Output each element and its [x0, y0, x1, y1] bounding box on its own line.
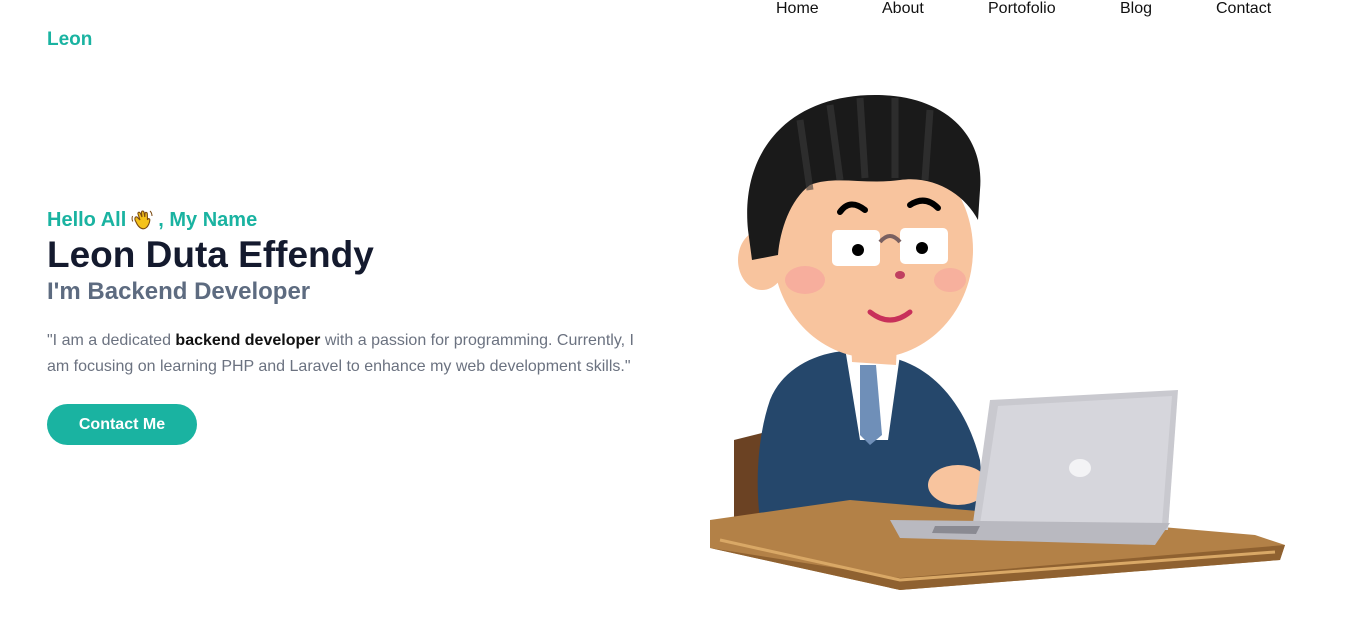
- navbar: Leon Home About Portofolio Blog Contact: [0, 0, 1346, 80]
- greeting-text: Hello All: [47, 208, 127, 231]
- contact-me-button[interactable]: Contact Me: [47, 404, 197, 445]
- hero-bio: "I am a dedicated backend developer with…: [47, 328, 647, 380]
- nav-home[interactable]: Home: [776, 0, 819, 18]
- bio-prefix: "I am a dedicated: [47, 332, 176, 349]
- hero-name: Leon Duta Effendy: [47, 234, 374, 275]
- waving-hand-icon: [130, 208, 154, 232]
- greeting-name-text: , My Name: [158, 208, 258, 231]
- brand-logo[interactable]: Leon: [47, 29, 92, 51]
- hero-section: Hello All , My Name Leon Duta Effendy I'…: [47, 206, 647, 445]
- bio-bold: backend developer: [175, 332, 321, 349]
- nav-portofolio[interactable]: Portofolio: [988, 0, 1056, 18]
- developer-illustration: [700, 90, 1300, 610]
- hero-greeting: Hello All , My Name: [47, 206, 647, 234]
- hero-role: I'm Backend Developer: [47, 278, 311, 305]
- nav-blog[interactable]: Blog: [1120, 0, 1152, 18]
- nav-contact[interactable]: Contact: [1216, 0, 1271, 18]
- developer-at-laptop-illustration: [710, 95, 1285, 590]
- nav-about[interactable]: About: [882, 0, 924, 18]
